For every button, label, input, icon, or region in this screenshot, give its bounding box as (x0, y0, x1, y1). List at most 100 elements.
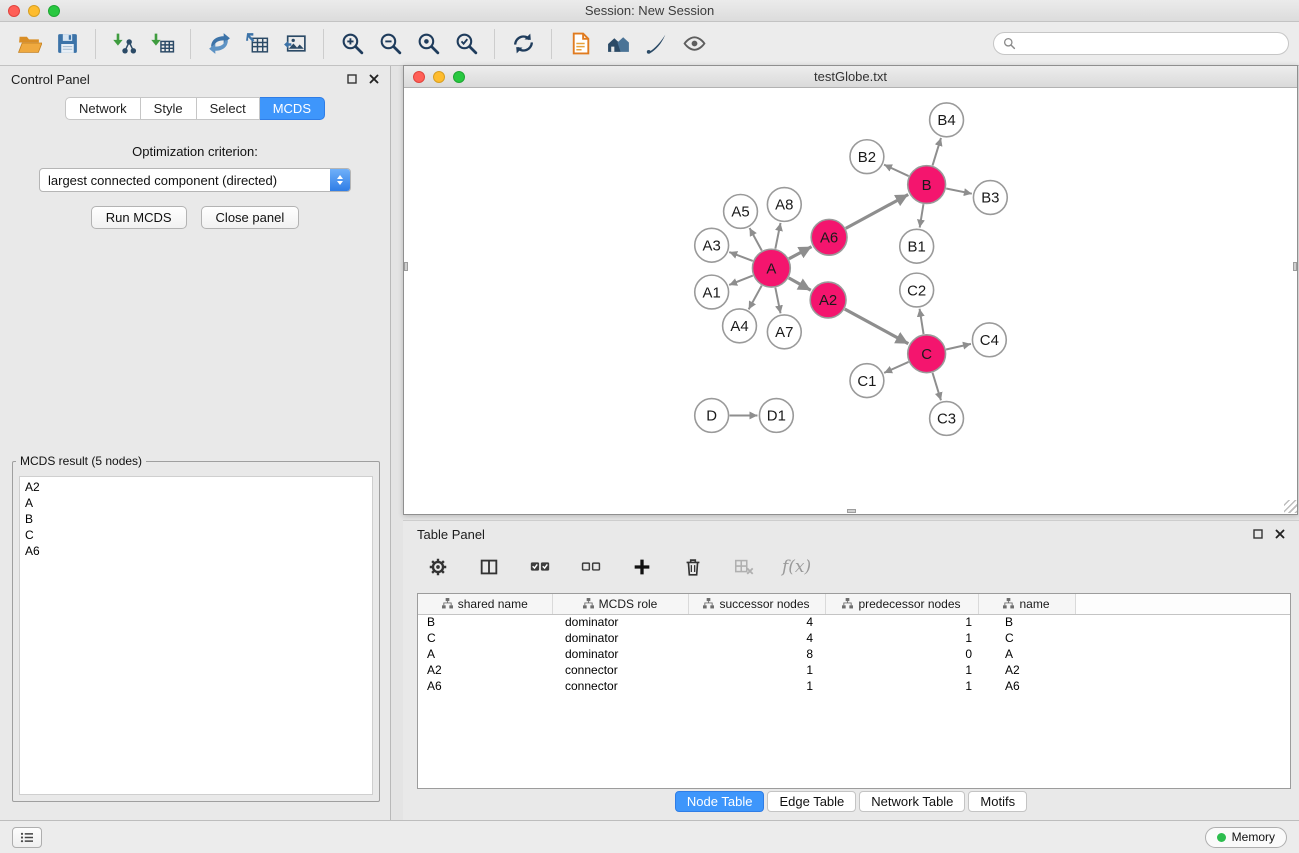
network-window-titlebar[interactable]: testGlobe.txt (404, 66, 1297, 88)
function-builder-icon[interactable]: f(x) (782, 557, 811, 577)
edge-A-A8[interactable] (775, 223, 780, 249)
home-icon[interactable] (602, 28, 634, 60)
tab-mcds[interactable]: MCDS (260, 97, 325, 120)
node-B[interactable]: B (908, 166, 946, 204)
node-C3[interactable]: C3 (930, 402, 964, 436)
node-B1[interactable]: B1 (900, 229, 934, 263)
open-session-icon[interactable] (13, 28, 45, 60)
table-tab-node-table[interactable]: Node Table (675, 791, 765, 812)
mcds-result-list[interactable]: A2ABCA6 (19, 476, 373, 795)
node-D[interactable]: D (695, 399, 729, 433)
node-B4[interactable]: B4 (930, 103, 964, 137)
network-zoom-button[interactable] (453, 71, 465, 83)
destroy-table-icon[interactable] (731, 554, 757, 580)
status-menu-button[interactable] (12, 827, 42, 848)
zoom-fit-icon[interactable] (412, 28, 444, 60)
edge-A-A1[interactable] (729, 276, 753, 285)
edge-A-A4[interactable] (749, 286, 762, 310)
node-A6[interactable]: A6 (811, 219, 847, 255)
edge-A-A3[interactable] (729, 252, 752, 261)
float-panel-icon[interactable] (347, 74, 357, 84)
frame-resize-handle[interactable] (1293, 262, 1297, 271)
node-A7[interactable]: A7 (767, 315, 801, 349)
table-row[interactable]: A2connector11A2 (418, 662, 1290, 678)
float-table-panel-icon[interactable] (1253, 529, 1263, 539)
search-input[interactable] (1022, 36, 1279, 51)
zoom-out-icon[interactable] (374, 28, 406, 60)
zoom-selected-icon[interactable] (450, 28, 482, 60)
column-header-successor-nodes[interactable]: successor nodes (688, 594, 825, 614)
node-A1[interactable]: A1 (695, 275, 729, 309)
frame-resize-handle[interactable] (847, 509, 856, 513)
node-C4[interactable]: C4 (972, 323, 1006, 357)
edge-A-A6[interactable] (789, 247, 812, 259)
edge-C-C2[interactable] (920, 309, 924, 334)
search-box[interactable] (993, 32, 1289, 55)
column-header-name[interactable]: name (978, 594, 1075, 614)
node-A2[interactable]: A2 (810, 282, 846, 318)
node-A4[interactable]: A4 (723, 309, 757, 343)
memory-button[interactable]: Memory (1205, 827, 1287, 848)
node-C1[interactable]: C1 (850, 364, 884, 398)
delete-icon[interactable] (680, 554, 706, 580)
node-C[interactable]: C (908, 335, 946, 373)
tab-select[interactable]: Select (197, 97, 260, 120)
tab-network[interactable]: Network (65, 97, 141, 120)
result-item[interactable]: B (25, 511, 367, 527)
node-A[interactable]: A (752, 249, 790, 287)
edge-C-C1[interactable] (884, 362, 908, 373)
import-network-icon[interactable] (108, 28, 140, 60)
refresh-network-icon[interactable] (507, 28, 539, 60)
column-header-shared-name[interactable]: shared name (418, 594, 552, 614)
result-item[interactable]: A2 (25, 479, 367, 495)
report-icon[interactable] (564, 28, 596, 60)
edge-A-A7[interactable] (775, 288, 780, 314)
annotation-brush-icon[interactable] (640, 28, 672, 60)
network-minimize-button[interactable] (433, 71, 445, 83)
edge-B-B4[interactable] (933, 138, 941, 166)
window-close-button[interactable] (8, 5, 20, 17)
edge-C-C3[interactable] (933, 373, 941, 401)
add-column-icon[interactable] (629, 554, 655, 580)
run-mcds-button[interactable]: Run MCDS (91, 206, 187, 229)
close-table-panel-icon[interactable] (1275, 529, 1285, 539)
window-zoom-button[interactable] (48, 5, 60, 17)
edge-B-B2[interactable] (884, 165, 909, 176)
edge-B-B1[interactable] (920, 204, 924, 227)
export-table-icon[interactable] (241, 28, 273, 60)
close-panel-icon[interactable] (369, 74, 379, 84)
edge-B-B3[interactable] (946, 189, 972, 194)
frame-resize-handle[interactable] (404, 262, 408, 271)
table-row[interactable]: Adominator80A (418, 646, 1290, 662)
node-table[interactable]: shared nameMCDS rolesuccessor nodesprede… (417, 593, 1291, 789)
result-item[interactable]: A (25, 495, 367, 511)
toggle-column-icon[interactable] (476, 554, 502, 580)
node-C2[interactable]: C2 (900, 273, 934, 307)
clone-network-icon[interactable] (203, 28, 235, 60)
node-A3[interactable]: A3 (695, 228, 729, 262)
result-item[interactable]: A6 (25, 543, 367, 559)
node-B3[interactable]: B3 (973, 181, 1007, 215)
node-D1[interactable]: D1 (759, 399, 793, 433)
edge-A-A2[interactable] (789, 278, 811, 290)
save-session-icon[interactable] (51, 28, 83, 60)
criterion-dropdown[interactable]: largest connected component (directed) (39, 168, 351, 192)
edge-A2-C[interactable] (845, 309, 909, 344)
zoom-in-icon[interactable] (336, 28, 368, 60)
window-minimize-button[interactable] (28, 5, 40, 17)
network-close-button[interactable] (413, 71, 425, 83)
result-item[interactable]: C (25, 527, 367, 543)
node-A8[interactable]: A8 (767, 188, 801, 222)
table-tab-edge-table[interactable]: Edge Table (767, 791, 856, 812)
show-hide-eye-icon[interactable] (678, 28, 710, 60)
deselect-all-icon[interactable] (578, 554, 604, 580)
tab-style[interactable]: Style (141, 97, 197, 120)
column-header-mcds-role[interactable]: MCDS role (552, 594, 688, 614)
table-row[interactable]: A6connector11A6 (418, 678, 1290, 694)
node-A5[interactable]: A5 (724, 194, 758, 228)
edge-A6-B[interactable] (846, 194, 909, 228)
table-tab-network-table[interactable]: Network Table (859, 791, 965, 812)
import-table-icon[interactable] (146, 28, 178, 60)
table-settings-gear-icon[interactable] (425, 554, 451, 580)
close-panel-button[interactable]: Close panel (201, 206, 300, 229)
